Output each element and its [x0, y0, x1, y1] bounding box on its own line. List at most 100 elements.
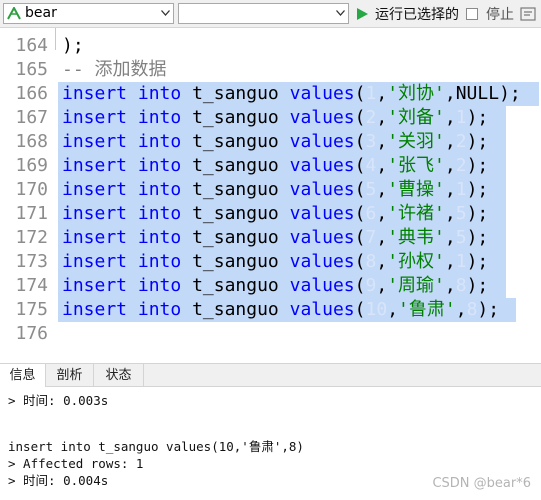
- statement-end: );: [466, 203, 489, 224]
- table-name: t_sanguo: [192, 203, 279, 224]
- value-id: 8: [365, 251, 377, 272]
- code-line: 174 insert into t_sanguo values(9,'周瑜',8…: [0, 274, 541, 298]
- keyword-values: values: [289, 131, 355, 152]
- keyword-values: values: [289, 155, 355, 176]
- code-line: 173 insert into t_sanguo values(8,'孙权',1…: [0, 250, 541, 274]
- value-id: 2: [365, 107, 377, 128]
- output-line: > 时间: 0.004s: [8, 473, 109, 488]
- table-name: t_sanguo: [192, 179, 279, 200]
- line-number: 171: [15, 203, 48, 224]
- code-line: 175 insert into t_sanguo values(10,'鲁肃',…: [0, 298, 541, 322]
- value-name: '鲁肃': [398, 299, 456, 320]
- code-text: insert into t_sanguo values(8,'孙权',1);: [62, 251, 489, 272]
- schema-select[interactable]: [178, 3, 349, 24]
- keyword-into: into: [137, 203, 182, 224]
- sql-editor[interactable]: 164 ); 165 -- 添加数据 166 insert into t_san…: [0, 28, 541, 362]
- keyword-insert: insert: [62, 131, 128, 152]
- value-name: '孙权': [387, 251, 445, 272]
- keyword-insert: insert: [62, 155, 128, 176]
- stop-label: 停止: [486, 6, 514, 23]
- value-id: 7: [365, 227, 377, 248]
- line-number: 176: [15, 323, 48, 344]
- value-id: 4: [365, 155, 377, 176]
- stop-icon: [466, 7, 478, 20]
- statement-end: );: [466, 227, 489, 248]
- code-line: 176: [0, 322, 541, 346]
- keyword-insert: insert: [62, 227, 128, 248]
- run-selected-button[interactable]: 运行已选择的: [356, 3, 459, 24]
- output-line: > Affected rows: 1: [8, 456, 144, 471]
- keyword-into: into: [137, 131, 182, 152]
- output-line: > 时间: 0.003s: [8, 393, 109, 408]
- keyword-values: values: [289, 299, 355, 320]
- tab-profile[interactable]: 剖析: [46, 364, 94, 387]
- value-id: 1: [365, 83, 377, 104]
- keyword-into: into: [137, 83, 182, 104]
- code-text: insert into t_sanguo values(4,'张飞',2);: [62, 155, 489, 176]
- table-name: t_sanguo: [192, 107, 279, 128]
- statement-end: );: [466, 155, 489, 176]
- value-ref: 2: [455, 155, 467, 176]
- output-line: insert into t_sanguo values(10,'鲁肃',8): [8, 439, 304, 454]
- keyword-into: into: [137, 227, 182, 248]
- value-name: '许褚': [387, 203, 445, 224]
- explain-button[interactable]: [520, 3, 536, 24]
- comment-text: -- 添加数据: [62, 59, 167, 80]
- code-text: );: [62, 35, 84, 56]
- keyword-values: values: [289, 83, 355, 104]
- code-line: 170 insert into t_sanguo values(5,'曹操',1…: [0, 178, 541, 202]
- database-select[interactable]: bear: [3, 3, 174, 24]
- table-name: t_sanguo: [192, 131, 279, 152]
- line-number: 172: [15, 227, 48, 248]
- value-ref: 1: [455, 179, 467, 200]
- keyword-values: values: [289, 251, 355, 272]
- code-text: insert into t_sanguo values(7,'典韦',5);: [62, 227, 489, 248]
- value-ref: 5: [455, 227, 467, 248]
- value-ref: 2: [455, 131, 467, 152]
- code-line: 171 insert into t_sanguo values(6,'许褚',5…: [0, 202, 541, 226]
- keyword-values: values: [289, 179, 355, 200]
- stop-button[interactable]: 停止: [466, 3, 514, 24]
- value-ref: 8: [455, 275, 467, 296]
- code-line: 168 insert into t_sanguo values(3,'关羽',2…: [0, 130, 541, 154]
- line-number: 167: [15, 107, 48, 128]
- line-number: 173: [15, 251, 48, 272]
- value-ref: 8: [466, 299, 478, 320]
- keyword-into: into: [137, 275, 182, 296]
- value-name: '刘协': [387, 83, 445, 104]
- watermark: CSDN @bear*6: [432, 476, 531, 491]
- keyword-insert: insert: [62, 299, 128, 320]
- run-selected-label: 运行已选择的: [375, 6, 459, 23]
- value-id: 3: [365, 131, 377, 152]
- keyword-values: values: [289, 227, 355, 248]
- value-name: '典韦': [387, 227, 445, 248]
- tab-status[interactable]: 状态: [94, 364, 144, 387]
- keyword-into: into: [137, 107, 182, 128]
- tab-message[interactable]: 信息: [0, 364, 46, 387]
- value-id: 9: [365, 275, 377, 296]
- keyword-into: into: [137, 155, 182, 176]
- value-id: 5: [365, 179, 377, 200]
- code-line: 165 -- 添加数据: [0, 58, 541, 82]
- line-number: 175: [15, 299, 48, 320]
- keyword-into: into: [137, 251, 182, 272]
- statement-end: );: [466, 275, 489, 296]
- value-ref: 5: [455, 203, 467, 224]
- value-id: 6: [365, 203, 377, 224]
- code-text: insert into t_sanguo values(2,'刘备',1);: [62, 107, 489, 128]
- table-name: t_sanguo: [192, 275, 279, 296]
- table-name: t_sanguo: [192, 83, 279, 104]
- value-ref: NULL: [455, 83, 500, 104]
- code-line: 167 insert into t_sanguo values(2,'刘备',1…: [0, 106, 541, 130]
- code-text: insert into t_sanguo values(9,'周瑜',8);: [62, 275, 489, 296]
- play-icon: [357, 7, 368, 20]
- table-name: t_sanguo: [192, 155, 279, 176]
- code-text: insert into t_sanguo values(6,'许褚',5);: [62, 203, 489, 224]
- line-number: 168: [15, 131, 48, 152]
- value-name: '张飞': [387, 155, 445, 176]
- chevron-down-icon: [336, 10, 345, 16]
- statement-end: );: [466, 251, 489, 272]
- code-text: insert into t_sanguo values(3,'关羽',2);: [62, 131, 489, 152]
- value-name: '曹操': [387, 179, 445, 200]
- code-text: insert into t_sanguo values(1,'刘协',NULL)…: [62, 83, 521, 104]
